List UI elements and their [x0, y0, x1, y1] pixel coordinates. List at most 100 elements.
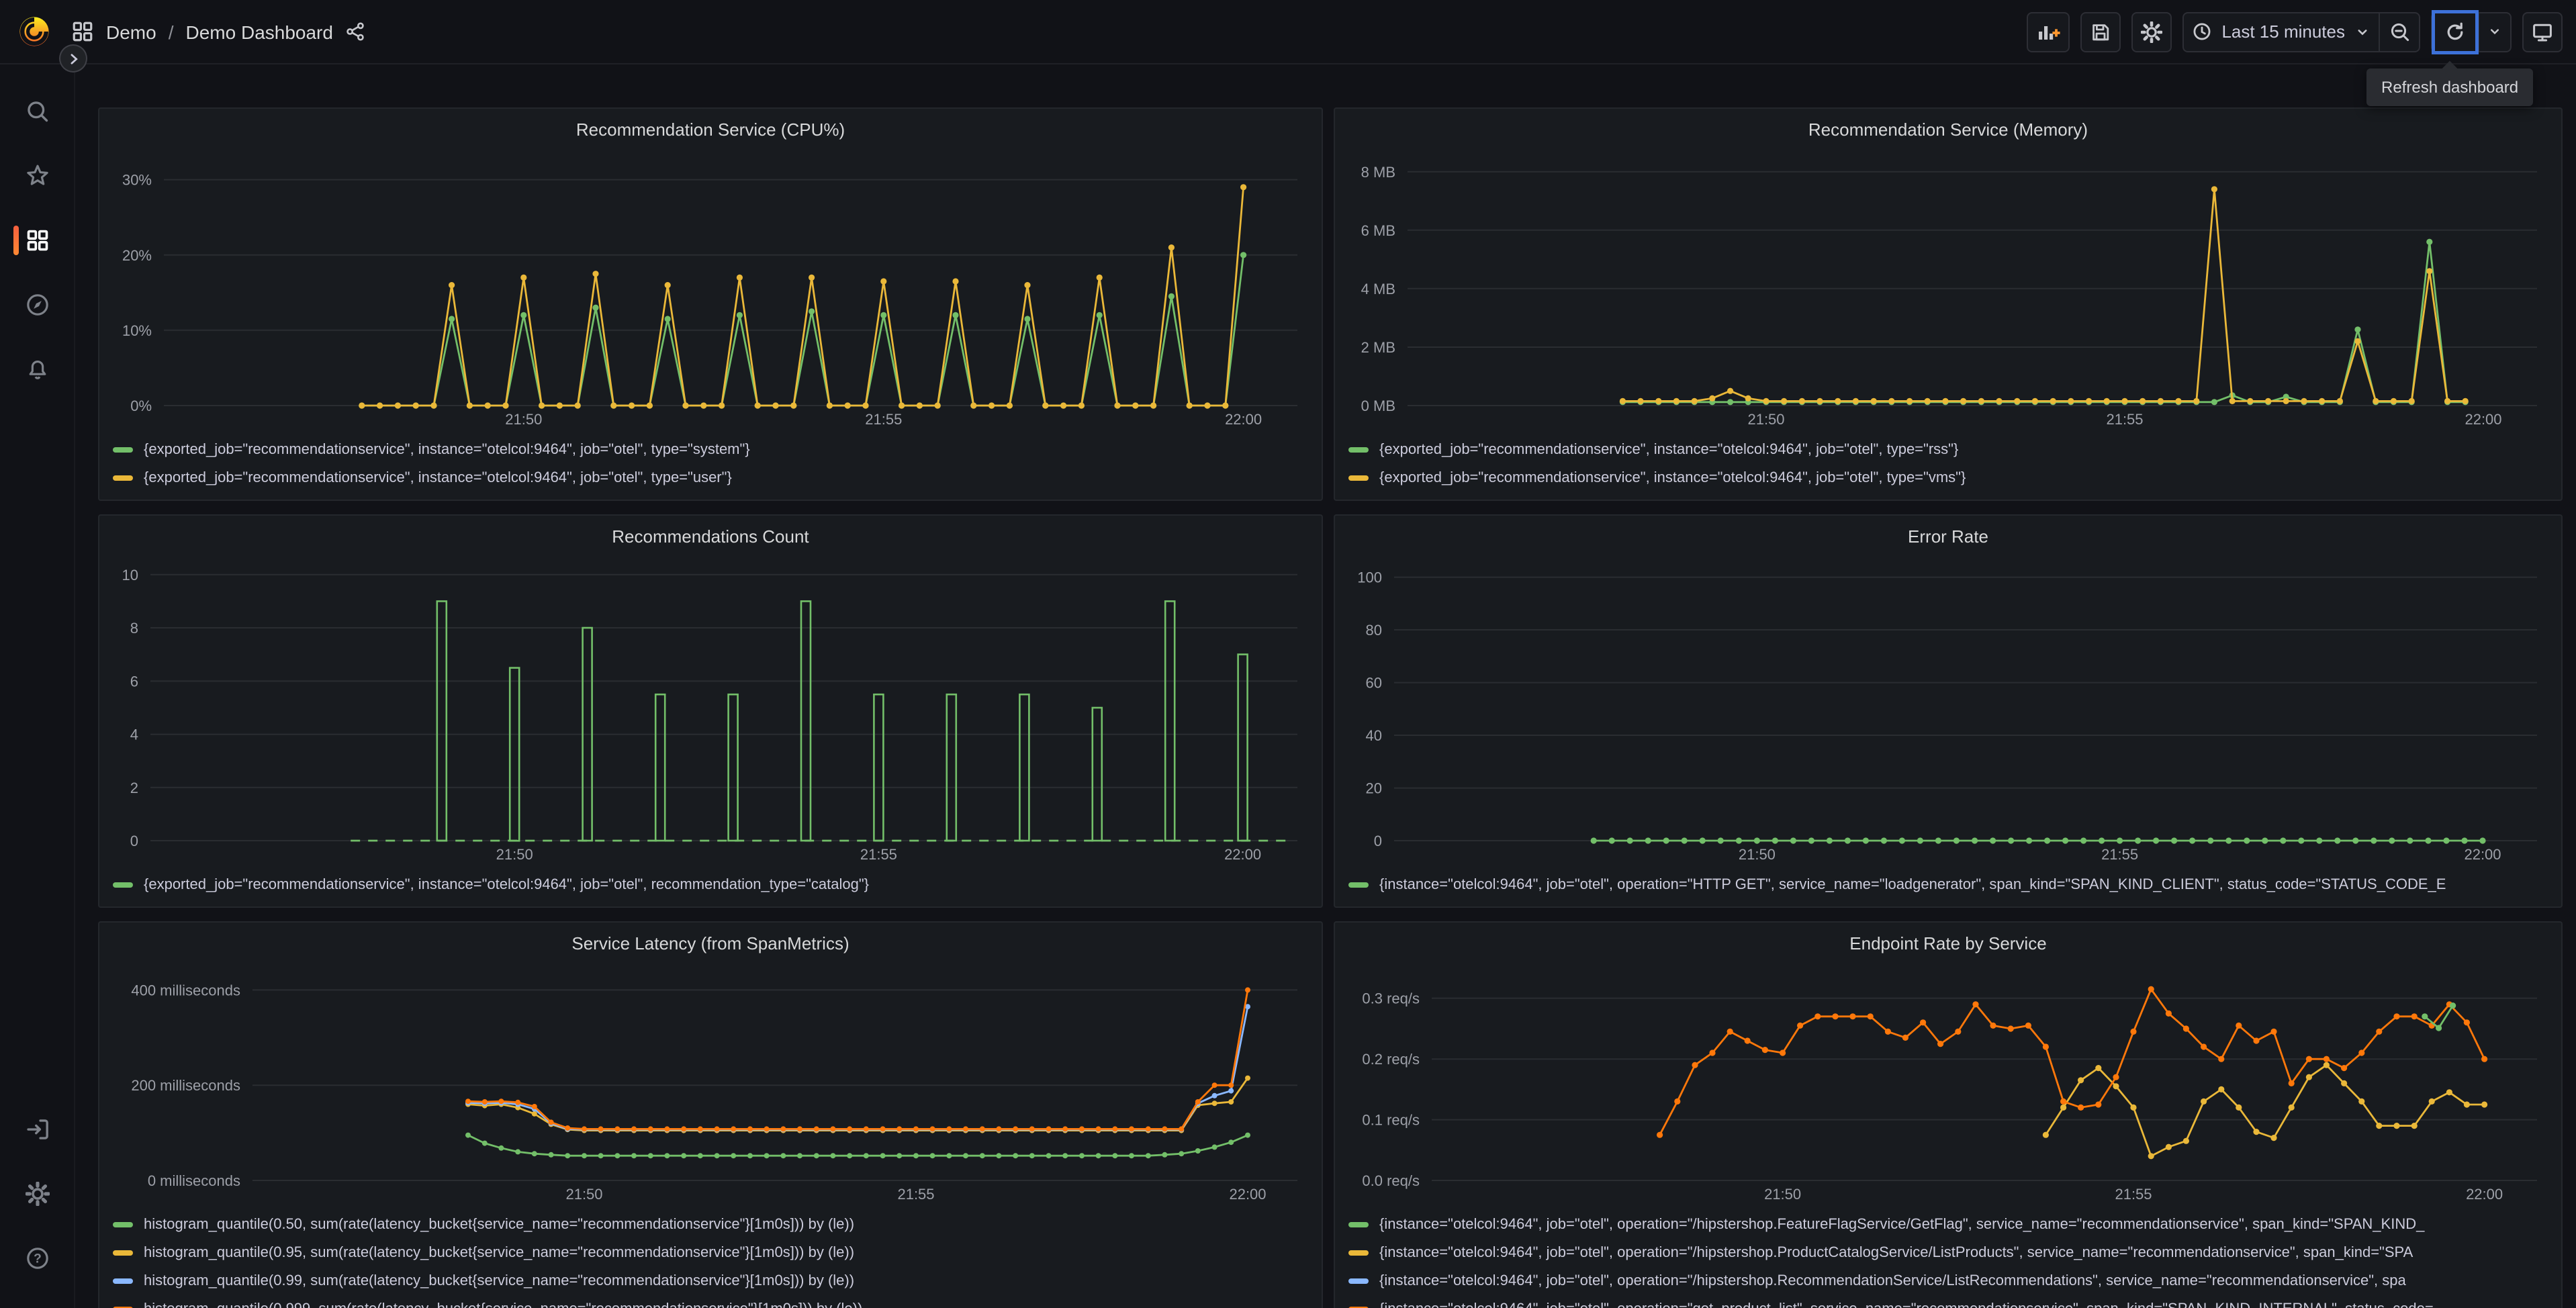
time-series-chart[interactable]: 0 milliseconds 200 milliseconds 400 millis… — [113, 960, 1308, 1205]
svg-text:6: 6 — [130, 673, 138, 690]
svg-text:0%: 0% — [130, 398, 152, 414]
panel-title[interactable]: Recommendation Service (CPU%) — [113, 117, 1308, 146]
legend-swatch — [113, 447, 133, 452]
panel-title[interactable]: Recommendation Service (Memory) — [1348, 117, 2548, 146]
panel-title[interactable]: Service Latency (from SpanMetrics) — [113, 931, 1308, 960]
time-range-group: Last 15 minutes — [2182, 11, 2420, 52]
svg-text:2 MB: 2 MB — [1361, 339, 1395, 356]
svg-text:?: ? — [33, 1252, 41, 1266]
svg-text:21:55: 21:55 — [2101, 846, 2138, 863]
time-range-picker[interactable]: Last 15 minutes — [2184, 13, 2379, 50]
sidebar-item-starred[interactable] — [0, 153, 75, 199]
grafana-logo-icon[interactable] — [16, 13, 52, 50]
dashboard-settings-button[interactable] — [2131, 11, 2172, 52]
legend-swatch — [113, 1221, 133, 1227]
sidebar-item-dashboards[interactable] — [0, 218, 75, 263]
legend-item[interactable]: histogram_quantile(0.50, sum(rate(latenc… — [113, 1210, 1308, 1238]
legend-item[interactable]: {exported_job="recommendationservice", i… — [1348, 435, 2548, 463]
legend-item[interactable]: {instance="otelcol:9464", job="otel", op… — [1348, 1295, 2548, 1308]
breadcrumb-page[interactable]: Demo Dashboard — [186, 21, 333, 42]
legend-item[interactable]: {exported_job="recommendationservice", i… — [113, 463, 1308, 492]
legend-label: {instance="otelcol:9464", job="otel", op… — [1379, 1216, 2425, 1232]
svg-text:100: 100 — [1357, 569, 1382, 586]
legend-swatch — [1348, 475, 1369, 480]
svg-text:22:00: 22:00 — [2465, 411, 2501, 428]
help-icon: ? — [25, 1246, 49, 1270]
time-series-chart[interactable]: 0 20 40 60 80 100 21:50 21:55 22:00 — [1348, 553, 2548, 865]
svg-text:0 milliseconds: 0 milliseconds — [148, 1172, 240, 1189]
panel-title[interactable]: Endpoint Rate by Service — [1348, 931, 2548, 960]
refresh-icon — [2444, 21, 2466, 42]
sidebar-item-help[interactable]: ? — [0, 1235, 75, 1281]
sidebar-expand-button[interactable] — [59, 44, 87, 73]
add-panel-icon — [2036, 20, 2061, 43]
legend-item[interactable]: histogram_quantile(0.999, sum(rate(laten… — [113, 1295, 1308, 1308]
panel-error-rate: Error Rate 0 20 40 60 80 100 21:50 21:55 22:00 {… — [1334, 514, 2563, 908]
dashboards-grid-icon — [25, 228, 49, 252]
svg-text:21:50: 21:50 — [496, 846, 533, 863]
legend-item[interactable]: histogram_quantile(0.95, sum(rate(latenc… — [113, 1238, 1308, 1266]
zoom-out-button[interactable] — [2379, 13, 2419, 50]
kiosk-mode-button[interactable] — [2522, 11, 2563, 52]
sidebar-bottom: ? — [0, 1107, 75, 1281]
svg-text:20%: 20% — [122, 247, 152, 264]
svg-text:10: 10 — [122, 567, 138, 583]
time-series-chart[interactable]: 0 MB 2 MB 4 MB 6 MB 8 MB 21:50 21:55 22:00 — [1348, 146, 2548, 430]
legend-swatch — [113, 475, 133, 480]
legend-swatch — [113, 1250, 133, 1255]
panel-recommendations-count: Recommendations Count 0 2 4 6 8 10 21:50 21:55 2… — [98, 514, 1323, 908]
refresh-interval-button[interactable] — [2478, 13, 2510, 50]
save-icon — [2090, 21, 2111, 42]
svg-text:0.2 req/s: 0.2 req/s — [1362, 1051, 1420, 1068]
dashboards-grid-icon — [71, 20, 94, 43]
sidebar-item-sign-in[interactable] — [0, 1107, 75, 1152]
legend-label: {instance="otelcol:9464", job="otel", op… — [1379, 876, 2446, 892]
legend-item[interactable]: {instance="otelcol:9464", job="otel", op… — [1348, 1210, 2548, 1238]
svg-text:80: 80 — [1366, 622, 1382, 639]
svg-text:60: 60 — [1366, 675, 1382, 692]
svg-text:22:00: 22:00 — [1224, 846, 1261, 863]
svg-text:4: 4 — [130, 727, 138, 743]
svg-text:21:50: 21:50 — [505, 411, 542, 428]
svg-text:21:50: 21:50 — [1747, 411, 1784, 428]
legend-item[interactable]: {exported_job="recommendationservice", i… — [113, 435, 1308, 463]
panel-title[interactable]: Recommendations Count — [113, 524, 1308, 553]
sidebar-item-alerting[interactable] — [0, 346, 75, 392]
clock-icon — [2192, 21, 2212, 42]
legend-item[interactable]: {exported_job="recommendationservice", i… — [1348, 463, 2548, 492]
svg-text:400 milliseconds: 400 milliseconds — [131, 982, 240, 998]
svg-text:0.0 req/s: 0.0 req/s — [1362, 1172, 1420, 1189]
star-icon — [25, 164, 49, 188]
legend-item[interactable]: {instance="otelcol:9464", job="otel", op… — [1348, 1266, 2548, 1295]
sidebar-item-search[interactable] — [0, 89, 75, 134]
legend-swatch — [113, 1278, 133, 1283]
legend-item[interactable]: histogram_quantile(0.99, sum(rate(latenc… — [113, 1266, 1308, 1295]
time-series-chart[interactable]: 0.0 req/s 0.1 req/s 0.2 req/s 0.3 req/s 21:5… — [1348, 960, 2548, 1205]
legend-swatch — [1348, 1221, 1369, 1227]
panel-service-latency: Service Latency (from SpanMetrics) 0 mil… — [98, 921, 1323, 1308]
save-dashboard-button[interactable] — [2080, 11, 2121, 52]
bar-chart[interactable]: 0 2 4 6 8 10 21:50 21:55 22:00 — [113, 553, 1308, 865]
time-series-chart[interactable]: 0% 10% 20% 30% 21:50 21:55 22:00 — [113, 146, 1308, 430]
breadcrumb-section[interactable]: Demo — [106, 21, 156, 42]
add-panel-button[interactable] — [2027, 11, 2070, 52]
refresh-button[interactable] — [2435, 13, 2475, 50]
breadcrumb: Demo / Demo Dashboard — [71, 20, 365, 43]
svg-text:22:00: 22:00 — [1225, 411, 1262, 428]
svg-text:0: 0 — [130, 833, 138, 849]
legend-item[interactable]: {instance="otelcol:9464", job="otel", op… — [1348, 1238, 2548, 1266]
legend-item[interactable]: {exported_job="recommendationservice", i… — [113, 870, 1308, 898]
legend-label: histogram_quantile(0.95, sum(rate(latenc… — [144, 1244, 855, 1260]
svg-text:8: 8 — [130, 620, 138, 637]
legend-label: histogram_quantile(0.999, sum(rate(laten… — [144, 1301, 862, 1308]
sidebar-item-explore[interactable] — [0, 282, 75, 328]
legend-item[interactable]: {instance="otelcol:9464", job="otel", op… — [1348, 870, 2548, 898]
panel-title[interactable]: Error Rate — [1348, 524, 2548, 553]
share-icon[interactable] — [345, 21, 365, 42]
legend-label: {instance="otelcol:9464", job="otel", op… — [1379, 1272, 2406, 1289]
legend-swatch — [113, 882, 133, 887]
legend-label: {exported_job="recommendationservice", i… — [1379, 441, 1959, 457]
sidebar-item-settings[interactable] — [0, 1171, 75, 1217]
gear-icon — [2141, 21, 2163, 42]
top-nav: Demo / Demo Dashboard Last 15 minutes Re… — [0, 0, 2576, 105]
